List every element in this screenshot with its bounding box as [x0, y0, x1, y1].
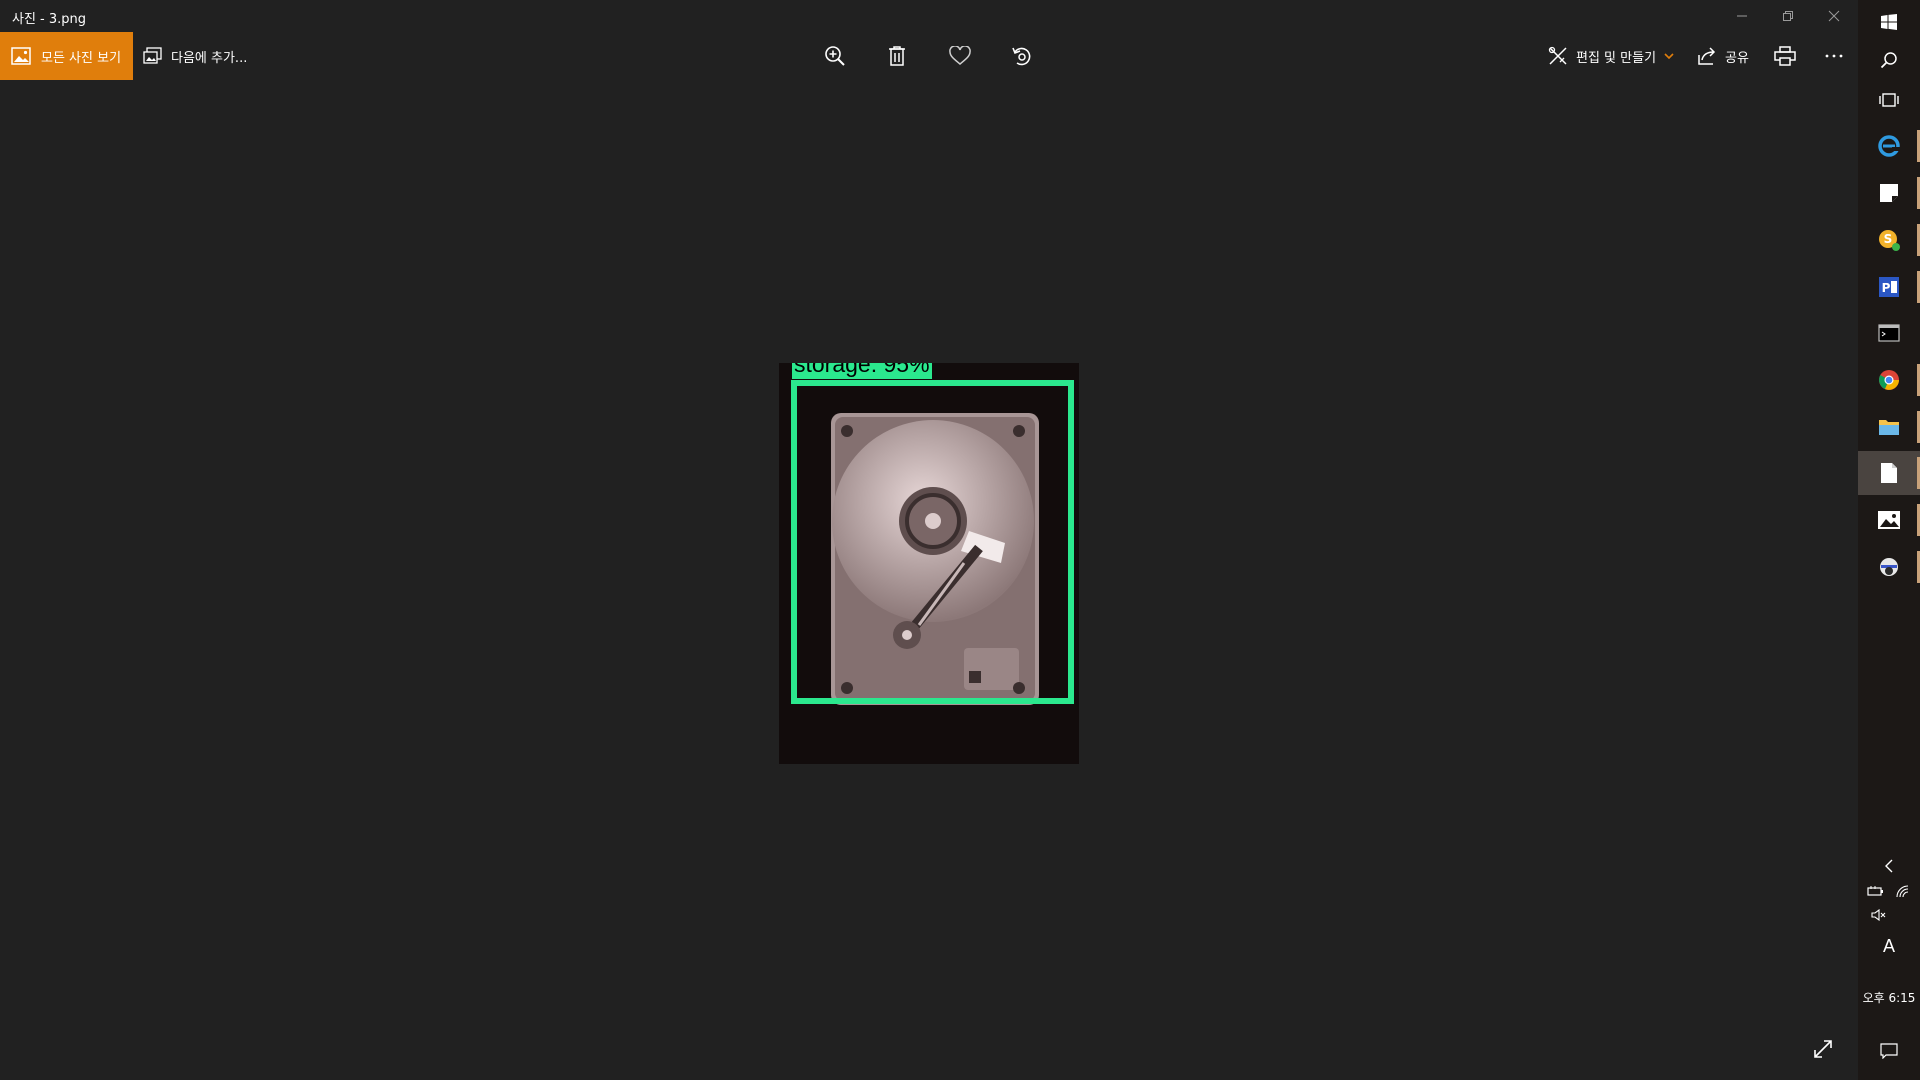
chevron-down-icon: [1664, 53, 1674, 60]
notification-icon: [1880, 1043, 1898, 1059]
taskbar-search-button[interactable]: [1858, 38, 1920, 82]
edit-create-button[interactable]: 편집 및 만들기: [1548, 32, 1674, 80]
print-button[interactable]: [1762, 32, 1808, 80]
task-view-icon: [1879, 93, 1899, 107]
ime-indicator-text: A: [1882, 935, 1895, 956]
toolbar: 모든 사진 보기 다음에 추가... 편집 및 만들기 공유: [0, 32, 1858, 80]
rotate-button[interactable]: [999, 32, 1045, 80]
restore-button[interactable]: [1765, 0, 1811, 32]
favorite-button[interactable]: [937, 32, 983, 80]
internet-explorer-icon: [1878, 135, 1900, 157]
minimize-button[interactable]: [1719, 0, 1765, 32]
taskbar-app-file-explorer[interactable]: [1858, 405, 1920, 449]
command-prompt-icon: [1878, 324, 1900, 342]
taskbar: S P A 오후 6:15: [1858, 0, 1920, 1080]
taskbar-app-command-prompt[interactable]: [1858, 311, 1920, 355]
search-icon: [1880, 52, 1897, 69]
taskbar-app-network[interactable]: [1858, 545, 1920, 589]
battery-icon[interactable]: [1867, 885, 1885, 897]
windows-logo-icon: [1881, 14, 1897, 30]
chrome-icon: [1879, 370, 1899, 390]
detection-label-text: storage: 95%: [794, 363, 930, 377]
volume-muted-icon: [1871, 909, 1886, 921]
restore-icon: [1783, 11, 1793, 21]
volume-button[interactable]: [1858, 905, 1920, 925]
zoom-button[interactable]: [812, 32, 858, 80]
share-icon: [1698, 47, 1716, 65]
svg-text:P: P: [1882, 281, 1891, 295]
delete-icon: [889, 46, 905, 66]
title-bar: 사진 - 3.png: [0, 0, 1858, 32]
see-all-photos-label: 모든 사진 보기: [41, 50, 122, 66]
taskbar-app-powerpoint[interactable]: P: [1858, 265, 1920, 309]
full-screen-button[interactable]: [1803, 1034, 1843, 1064]
heart-icon: [949, 46, 971, 65]
detection-label: storage: 95%: [792, 363, 932, 379]
add-to-album-icon: [143, 47, 162, 64]
more-options-button[interactable]: [1811, 32, 1857, 80]
sticky-notes-icon: [1880, 184, 1898, 202]
taskbar-app-chrome[interactable]: [1858, 358, 1920, 402]
taskbar-app-sticky-notes[interactable]: [1858, 171, 1920, 215]
delete-button[interactable]: [874, 32, 920, 80]
see-all-photos-button[interactable]: 모든 사진 보기: [0, 32, 133, 80]
photos-app-window: 사진 - 3.png 모든 사진 보기 다음에 추가... 편집 및 만들기 공…: [0, 0, 1858, 1080]
show-hidden-icons-button[interactable]: [1858, 856, 1920, 876]
expand-icon: [1814, 1040, 1832, 1058]
more-icon: [1825, 54, 1843, 58]
window-title: 사진 - 3.png: [12, 12, 87, 27]
action-center-button[interactable]: [1858, 1040, 1920, 1062]
close-button[interactable]: [1811, 0, 1857, 32]
folder-icon: [1879, 420, 1899, 435]
add-to-label: 다음에 추가...: [171, 50, 248, 66]
skype-icon: S: [1879, 230, 1900, 251]
system-tray-icons: [1858, 880, 1920, 902]
rotate-icon: [1012, 47, 1031, 66]
detection-box: [791, 380, 1074, 704]
share-label: 공유: [1725, 50, 1749, 66]
zoom-in-icon: [825, 46, 845, 66]
document-icon: [1881, 463, 1897, 483]
edit-create-label: 편집 및 만들기: [1576, 50, 1657, 66]
powerpoint-icon: P: [1879, 277, 1899, 297]
taskbar-app-skype[interactable]: S: [1858, 218, 1920, 262]
taskbar-app-photos[interactable]: [1858, 498, 1920, 542]
input-language-indicator[interactable]: A: [1858, 933, 1920, 959]
close-icon: [1828, 10, 1840, 22]
taskbar-app-internet-explorer[interactable]: [1858, 124, 1920, 168]
edit-create-icon: [1548, 46, 1567, 65]
network-app-icon: [1880, 558, 1898, 576]
taskbar-clock[interactable]: 오후 6:15: [1858, 989, 1920, 1006]
photos-app-icon: [1878, 511, 1900, 529]
taskbar-app-notepad[interactable]: [1858, 451, 1920, 495]
photo-canvas: storage: 95%: [779, 363, 1079, 764]
chevron-left-icon: [1885, 859, 1893, 873]
svg-text:S: S: [1884, 232, 1893, 246]
add-to-button[interactable]: 다음에 추가...: [143, 32, 247, 80]
wifi-icon[interactable]: [1895, 884, 1911, 898]
photos-gallery-icon: [11, 47, 31, 65]
task-view-button[interactable]: [1858, 78, 1920, 122]
share-button[interactable]: 공유: [1697, 32, 1749, 80]
print-icon: [1774, 46, 1796, 66]
minimize-icon: [1737, 15, 1747, 17]
